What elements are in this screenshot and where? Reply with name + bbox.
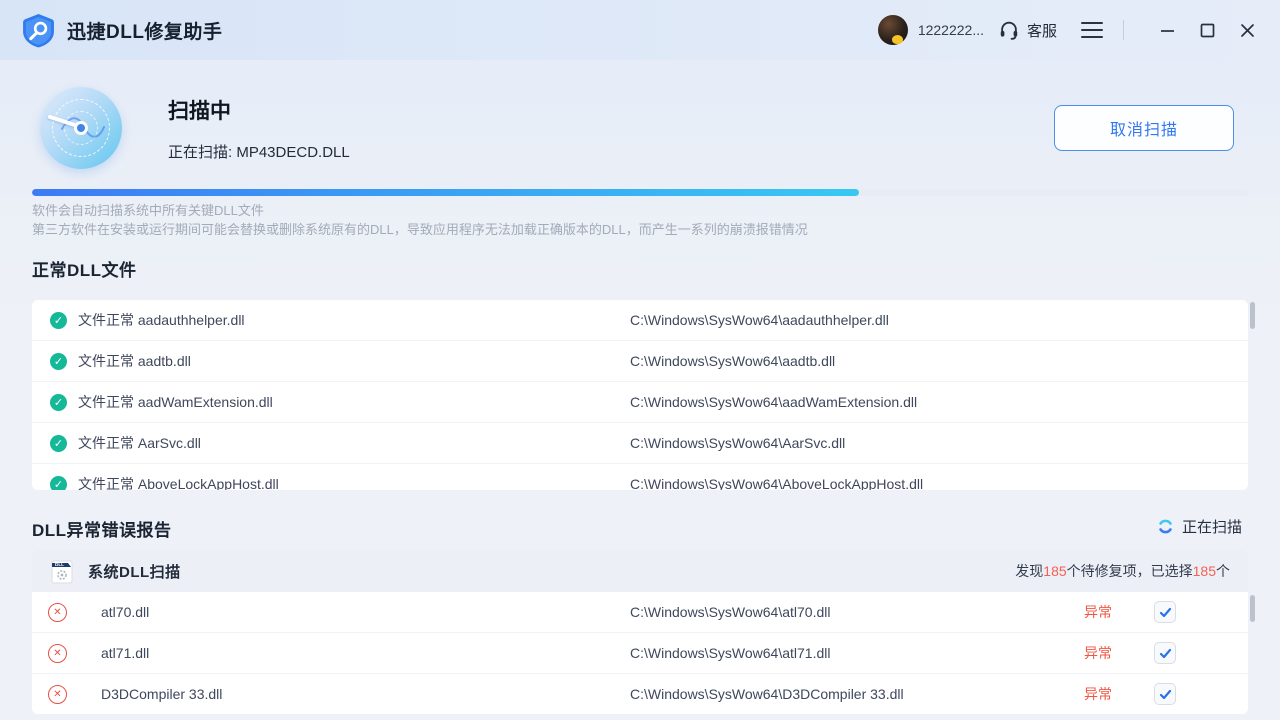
error-group-title: 系统DLL扫描: [88, 561, 181, 582]
file-ok-label: 文件正常: [78, 435, 134, 451]
normal-list-scrollbar[interactable]: [1250, 302, 1255, 329]
minimize-button[interactable]: [1152, 15, 1182, 45]
status-badge: 异常: [1084, 643, 1112, 663]
file-path: C:\Windows\SysWow64\aadtb.dll: [630, 353, 835, 369]
normal-dll-row: ✓ 文件正常 aadtb.dll C:\Windows\SysWow64\aad…: [32, 341, 1248, 382]
support-button[interactable]: 客服: [998, 19, 1057, 41]
repair-checkbox[interactable]: [1154, 642, 1176, 664]
scan-description-line1: 软件会自动扫描系统中所有关键DLL文件: [32, 201, 808, 220]
file-name: atl71.dll: [101, 645, 149, 661]
check-circle-icon: ✓: [50, 394, 67, 411]
error-circle-icon: ✕: [48, 685, 67, 704]
cancel-scan-button[interactable]: 取消扫描: [1054, 105, 1234, 151]
file-name: aadWamExtension.dll: [138, 394, 273, 410]
headset-icon: [998, 19, 1020, 41]
scan-progress-fill: [32, 189, 859, 196]
loading-spinner-icon: [1157, 518, 1174, 535]
error-dll-row: ✕ D3DCompiler 33.dll C:\Windows\SysWow64…: [32, 674, 1248, 714]
file-name: aadtb.dll: [138, 353, 191, 369]
svg-text:DLL: DLL: [55, 562, 64, 567]
dll-file-icon: DLL: [50, 558, 74, 584]
error-dll-row: ✕ atl71.dll C:\Windows\SysWow64\atl71.dl…: [32, 633, 1248, 674]
scan-description-line2: 第三方软件在安装或运行期间可能会替换或删除系统原有的DLL，导致应用程序无法加载…: [32, 220, 808, 239]
scan-description: 软件会自动扫描系统中所有关键DLL文件 第三方软件在安装或运行期间可能会替换或删…: [32, 201, 808, 239]
error-circle-icon: ✕: [48, 603, 67, 622]
titlebar-divider: [1123, 20, 1124, 40]
file-path: C:\Windows\SysWow64\atl71.dll: [630, 645, 830, 661]
normal-dll-row: ✓ 文件正常 AboveLockAppHost.dll C:\Windows\S…: [32, 464, 1248, 490]
status-badge: 异常: [1084, 602, 1112, 622]
selected-count: 185: [1193, 563, 1216, 579]
check-circle-icon: ✓: [50, 312, 67, 329]
file-path: C:\Windows\SysWow64\atl70.dll: [630, 604, 830, 620]
close-button[interactable]: [1232, 15, 1262, 45]
file-path: C:\Windows\SysWow64\aadauthhelper.dll: [630, 312, 889, 328]
error-summary: 发现185个待修复项，已选择185个: [1015, 561, 1230, 581]
avatar-badge: [892, 35, 903, 44]
file-name: AarSvc.dll: [138, 435, 201, 451]
normal-dll-list: ✓ 文件正常 aadauthhelper.dll C:\Windows\SysW…: [32, 300, 1248, 490]
file-path: C:\Windows\SysWow64\AboveLockAppHost.dll: [630, 476, 923, 490]
scan-status-title: 扫描中: [168, 95, 350, 125]
error-dll-row: ✕ atl70.dll C:\Windows\SysWow64\atl70.dl…: [32, 592, 1248, 633]
scanning-status-label: 正在扫描: [1182, 516, 1242, 537]
file-ok-label: 文件正常: [78, 476, 134, 490]
app-title: 迅捷DLL修复助手: [67, 17, 222, 44]
file-ok-label: 文件正常: [78, 394, 134, 410]
repair-checkbox[interactable]: [1154, 601, 1176, 623]
found-count: 185: [1043, 563, 1066, 579]
check-circle-icon: ✓: [50, 353, 67, 370]
normal-dll-row: ✓ 文件正常 aadWamExtension.dll C:\Windows\Sy…: [32, 382, 1248, 423]
file-name: aadauthhelper.dll: [138, 312, 245, 328]
normal-section-title: 正常DLL文件: [32, 256, 137, 281]
scan-progress-bar: [32, 189, 1248, 196]
scanning-status: 正在扫描: [1157, 516, 1242, 537]
error-dll-list: DLL 系统DLL扫描 发现185个待修复项，已选择185个 ✕ atl70.d…: [32, 550, 1248, 714]
status-badge: 异常: [1084, 684, 1112, 704]
file-path: C:\Windows\SysWow64\aadWamExtension.dll: [630, 394, 917, 410]
normal-dll-row: ✓ 文件正常 aadauthhelper.dll C:\Windows\SysW…: [32, 300, 1248, 341]
title-bar: 迅捷DLL修复助手 1222222... 客服: [0, 0, 1280, 60]
repair-checkbox[interactable]: [1154, 683, 1176, 705]
normal-dll-row: ✓ 文件正常 AarSvc.dll C:\Windows\SysWow64\Aa…: [32, 423, 1248, 464]
file-name: D3DCompiler 33.dll: [101, 686, 222, 702]
scan-header: 扫描中 正在扫描: MP43DECD.DLL: [40, 87, 350, 169]
file-ok-label: 文件正常: [78, 312, 134, 328]
username[interactable]: 1222222...: [918, 22, 984, 38]
file-path: C:\Windows\SysWow64\D3DCompiler 33.dll: [630, 686, 904, 702]
support-label: 客服: [1027, 20, 1057, 41]
error-section-title: DLL异常错误报告: [32, 516, 172, 541]
file-path: C:\Windows\SysWow64\AarSvc.dll: [630, 435, 845, 451]
scan-current-file: 正在扫描: MP43DECD.DLL: [168, 141, 350, 162]
file-name: AboveLockAppHost.dll: [138, 476, 279, 490]
app-window: 迅捷DLL修复助手 1222222... 客服: [0, 0, 1280, 720]
error-group-header: DLL 系统DLL扫描 发现185个待修复项，已选择185个: [32, 550, 1248, 592]
file-ok-label: 文件正常: [78, 353, 134, 369]
error-circle-icon: ✕: [48, 644, 67, 663]
file-name: atl70.dll: [101, 604, 149, 620]
user-avatar[interactable]: [878, 15, 908, 45]
menu-icon[interactable]: [1081, 22, 1103, 38]
check-circle-icon: ✓: [50, 435, 67, 452]
app-logo-icon: [20, 12, 57, 49]
error-list-scrollbar[interactable]: [1250, 595, 1255, 622]
maximize-button[interactable]: [1192, 15, 1222, 45]
radar-scan-icon: [40, 87, 122, 169]
check-circle-icon: ✓: [50, 476, 67, 491]
